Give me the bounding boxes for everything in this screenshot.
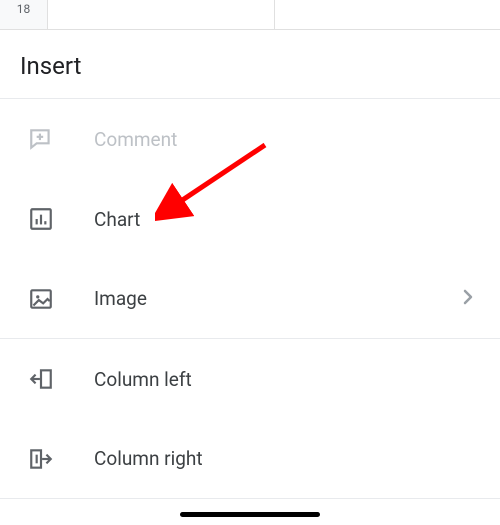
menu-item-chart[interactable]: Chart (0, 179, 500, 259)
sheet-cell[interactable] (275, 0, 500, 29)
menu-label-chart: Chart (94, 208, 140, 231)
menu-item-image[interactable]: Image (0, 259, 500, 339)
image-icon (28, 286, 54, 312)
chevron-right-icon (456, 285, 480, 313)
menu-item-column-left[interactable]: Column left (0, 339, 500, 419)
chart-icon (28, 206, 54, 232)
menu-item-comment: Comment (0, 99, 500, 179)
sheet-cell[interactable] (48, 0, 275, 29)
column-right-icon (28, 446, 54, 472)
row-header-18[interactable]: 18 (0, 0, 48, 29)
menu-label-image: Image (94, 287, 147, 310)
comment-icon (28, 126, 54, 152)
home-indicator (180, 512, 320, 517)
menu-item-column-right[interactable]: Column right (0, 419, 500, 499)
panel-title: Insert (0, 30, 500, 99)
menu-label-column-right: Column right (94, 447, 203, 470)
menu-label-comment: Comment (94, 128, 177, 151)
column-left-icon (28, 366, 54, 392)
menu-label-column-left: Column left (94, 368, 192, 391)
spreadsheet-top-row: 18 (0, 0, 500, 30)
